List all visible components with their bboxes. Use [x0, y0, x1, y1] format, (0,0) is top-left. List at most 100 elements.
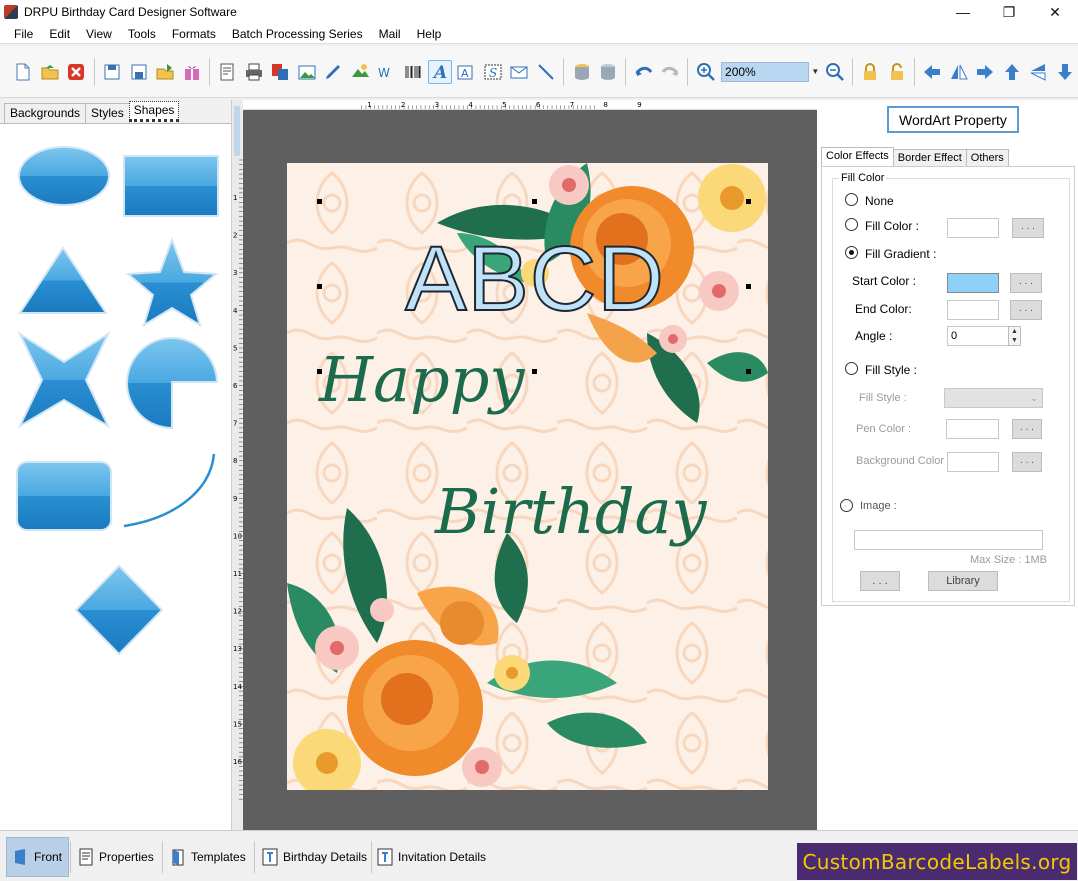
- pen-color-browse-button[interactable]: . . .: [1012, 419, 1042, 439]
- wordart-curve-icon[interactable]: W: [375, 60, 399, 84]
- fill-style-dropdown[interactable]: ⌄: [944, 388, 1043, 408]
- image-browse-button[interactable]: . . .: [860, 571, 900, 591]
- signature-icon[interactable]: S: [481, 60, 505, 84]
- angle-input[interactable]: 0: [947, 326, 1009, 346]
- tab-border-effect[interactable]: Border Effect: [892, 149, 967, 166]
- flip-horizontal-icon[interactable]: [947, 60, 971, 84]
- print-icon[interactable]: [242, 60, 266, 84]
- tab-birthday-details[interactable]: Birthday Details: [256, 837, 373, 877]
- zoom-dropdown-icon[interactable]: ▼: [809, 67, 821, 76]
- close-icon[interactable]: [65, 60, 89, 84]
- unlock-icon[interactable]: [885, 60, 909, 84]
- new-icon[interactable]: [12, 60, 36, 84]
- menu-file[interactable]: File: [0, 24, 41, 44]
- copy-icon[interactable]: [269, 60, 293, 84]
- gift-icon[interactable]: [180, 60, 204, 84]
- arrow-down-icon[interactable]: [1053, 60, 1077, 84]
- wordart-icon[interactable]: A: [427, 59, 452, 84]
- redo-icon[interactable]: [658, 60, 682, 84]
- start-color-browse-button[interactable]: . . .: [1010, 273, 1042, 293]
- radio-fill-gradient[interactable]: [845, 246, 858, 259]
- tab-properties[interactable]: Properties: [72, 837, 160, 877]
- selection-handle[interactable]: [317, 369, 322, 374]
- open-icon[interactable]: [38, 60, 62, 84]
- radio-image[interactable]: [840, 499, 853, 512]
- background-color-swatch[interactable]: [947, 452, 999, 472]
- library-button[interactable]: Library: [928, 571, 998, 591]
- image-insert-icon[interactable]: [348, 60, 372, 84]
- selection-handle[interactable]: [317, 284, 322, 289]
- shape-diamond[interactable]: [74, 564, 164, 656]
- save-icon[interactable]: [100, 60, 124, 84]
- shape-star[interactable]: [125, 237, 219, 328]
- text-icon[interactable]: A: [455, 60, 479, 84]
- selection-handle[interactable]: [532, 199, 537, 204]
- database-settings-icon[interactable]: [596, 60, 620, 84]
- page-setup-icon[interactable]: [215, 60, 239, 84]
- picture-icon[interactable]: [295, 60, 319, 84]
- arrow-up-icon[interactable]: [1000, 60, 1024, 84]
- arrow-left-icon[interactable]: [920, 60, 944, 84]
- menu-view[interactable]: View: [78, 24, 120, 44]
- radio-fill-style[interactable]: [845, 362, 858, 375]
- background-color-browse-button[interactable]: . . .: [1012, 452, 1042, 472]
- lock-icon[interactable]: [858, 60, 882, 84]
- export-icon[interactable]: [153, 60, 177, 84]
- image-path-input[interactable]: [854, 530, 1043, 550]
- angle-spinner[interactable]: ▲ ▼: [1008, 326, 1021, 346]
- selection-handle[interactable]: [317, 199, 322, 204]
- fill-color-browse-button[interactable]: . . .: [1012, 218, 1044, 238]
- tab-others[interactable]: Others: [965, 149, 1009, 166]
- radio-fill-color[interactable]: [845, 218, 858, 231]
- shape-four-point-star[interactable]: [17, 331, 111, 429]
- radio-none[interactable]: [845, 193, 858, 206]
- menu-help[interactable]: Help: [409, 24, 450, 44]
- mail-icon[interactable]: [508, 60, 532, 84]
- save-as-icon[interactable]: [127, 60, 151, 84]
- maximize-button[interactable]: ❐: [986, 0, 1032, 24]
- shape-ellipse[interactable]: [18, 146, 110, 206]
- menu-formats[interactable]: Formats: [164, 24, 224, 44]
- wordart-happy[interactable]: Happy: [319, 343, 524, 416]
- birthday-card[interactable]: ABCD Happy Birthday: [287, 163, 768, 790]
- undo-icon[interactable]: [632, 60, 656, 84]
- menu-tools[interactable]: Tools: [120, 24, 164, 44]
- end-color-swatch[interactable]: [947, 300, 999, 320]
- database-icon[interactable]: [570, 60, 594, 84]
- shape-rounded-rectangle[interactable]: [16, 461, 112, 531]
- tab-backgrounds[interactable]: Backgrounds: [4, 103, 87, 123]
- selection-handle[interactable]: [746, 284, 751, 289]
- minimize-button[interactable]: —: [940, 0, 986, 24]
- zoom-combobox[interactable]: 200%: [721, 61, 810, 82]
- shape-curve[interactable]: [123, 453, 216, 528]
- tab-color-effects[interactable]: Color Effects: [821, 147, 894, 166]
- selection-handle[interactable]: [532, 369, 537, 374]
- menu-mail[interactable]: Mail: [371, 24, 409, 44]
- wordart-abcd[interactable]: ABCD: [395, 232, 675, 326]
- wordart-birthday[interactable]: Birthday: [435, 475, 707, 548]
- tab-templates[interactable]: Templates: [164, 837, 252, 877]
- tab-front[interactable]: Front: [6, 837, 70, 877]
- wordart-property-button[interactable]: WordArt Property: [887, 106, 1019, 133]
- tab-styles[interactable]: Styles: [85, 103, 130, 123]
- flip-vertical-icon[interactable]: [1027, 60, 1051, 84]
- shape-rectangle[interactable]: [123, 155, 219, 217]
- menu-batch-processing[interactable]: Batch Processing Series: [224, 24, 371, 44]
- barcode-icon[interactable]: [401, 60, 425, 84]
- tab-shapes[interactable]: Shapes: [128, 101, 180, 122]
- close-window-button[interactable]: ✕: [1032, 0, 1078, 24]
- menu-edit[interactable]: Edit: [41, 24, 78, 44]
- shape-pie[interactable]: [126, 337, 219, 430]
- tab-invitation-details[interactable]: Invitation Details: [371, 837, 492, 877]
- pen-icon[interactable]: [322, 60, 346, 84]
- arrow-right-icon[interactable]: [974, 60, 998, 84]
- line-icon[interactable]: [534, 60, 558, 84]
- selection-handle[interactable]: [746, 199, 751, 204]
- pen-color-swatch[interactable]: [946, 419, 999, 439]
- start-color-swatch[interactable]: [947, 273, 999, 293]
- selection-handle[interactable]: [746, 369, 751, 374]
- zoom-in-icon[interactable]: [694, 60, 718, 84]
- shape-triangle[interactable]: [18, 246, 108, 314]
- zoom-out-icon[interactable]: [823, 60, 847, 84]
- fill-color-swatch[interactable]: [947, 218, 999, 238]
